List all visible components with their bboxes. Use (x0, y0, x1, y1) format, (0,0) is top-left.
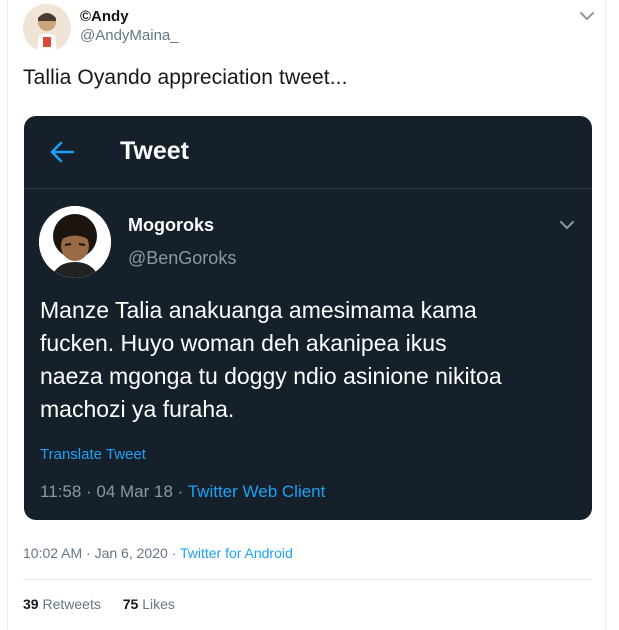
retweets-stat[interactable]: 39 Retweets (23, 596, 101, 612)
author-display-name[interactable]: ©Andy (80, 8, 129, 25)
quoted-tweet-body: Manze Talia anakuanga amesimama kama fuc… (40, 294, 580, 426)
quoted-author-handle: @BenGoroks (128, 248, 237, 268)
quoted-body-line: fucken. Huyo woman deh akanipea ikus (40, 330, 447, 356)
chevron-down-icon[interactable] (578, 8, 596, 24)
author-handle[interactable]: @AndyMaina_ (80, 27, 179, 44)
quoted-body-line: machozi ya furaha. (40, 396, 235, 422)
quoted-body-line: naeza mgonga tu doggy ndio asinione niki… (40, 363, 502, 389)
quoted-author-name: Mogoroks (128, 215, 215, 235)
tweet-card: ©Andy @AndyMaina_ Tallia Oyando apprecia… (7, 0, 606, 630)
embed-header-title: Tweet (120, 137, 189, 165)
likes-stat[interactable]: 75 Likes (123, 596, 175, 612)
likes-label: Likes (142, 596, 175, 612)
retweets-label: Retweets (42, 596, 101, 612)
quoted-body-line: Manze Talia anakuanga amesimama kama (40, 297, 477, 323)
tweet-stats: 39 Retweets 75 Likes (23, 596, 193, 612)
quoted-tweet-client: Twitter Web Client (187, 482, 326, 501)
translate-tweet-link: Translate Tweet (40, 446, 146, 463)
back-arrow-icon (49, 140, 75, 164)
chevron-down-icon (558, 218, 576, 232)
tweet-source-link[interactable]: Twitter for Android (180, 545, 293, 561)
tweet-time[interactable]: 10:02 AM · Jan 6, 2020 · (23, 545, 180, 561)
quoted-author-avatar (39, 206, 111, 278)
tweet-timestamp: 10:02 AM · Jan 6, 2020 · Twitter for And… (23, 545, 293, 561)
retweets-count: 39 (23, 596, 39, 612)
likes-count: 75 (122, 596, 139, 612)
embedded-screenshot[interactable]: Tweet Mogoroks @BenGoroks Manze Talia an… (24, 116, 592, 520)
quoted-tweet-meta: 11:58 · 04 Mar 18 · Twitter Web Client (40, 482, 325, 502)
divider (23, 579, 591, 580)
tweet-text: Tallia Oyando appreciation tweet... (23, 66, 348, 89)
embed-topbar: Tweet (24, 116, 592, 189)
quoted-tweet-time: 11:58 · 04 Mar 18 · (40, 482, 188, 501)
author-avatar[interactable] (23, 4, 71, 52)
